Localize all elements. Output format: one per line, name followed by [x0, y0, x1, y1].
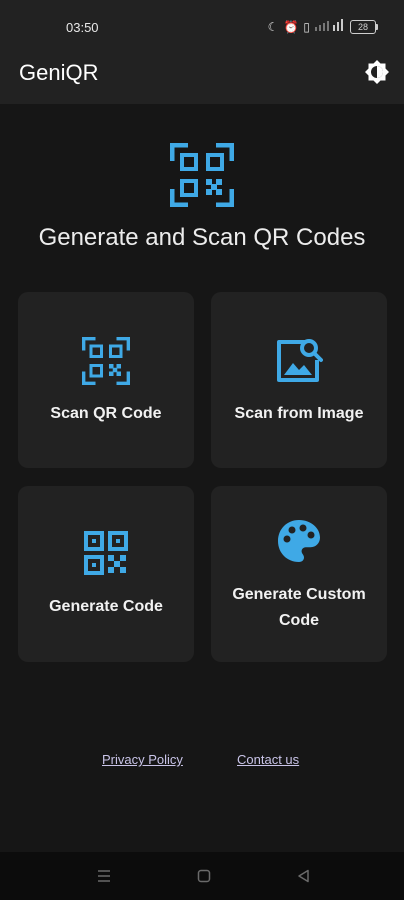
privacy-policy-link[interactable]: Privacy Policy: [102, 752, 183, 767]
card-label-line-1: Generate Custom: [232, 586, 366, 603]
hero-title: Generate and Scan QR Codes: [38, 224, 366, 251]
alarm-icon: ⏰: [283, 19, 299, 34]
app-bar: GeniQR: [0, 52, 404, 104]
moon-icon: ☾: [267, 19, 279, 34]
battery-icon: 28: [350, 19, 378, 34]
palette-icon: [278, 520, 320, 562]
back-button[interactable]: [292, 866, 316, 886]
brightness-icon: [365, 60, 389, 84]
home-square-icon: [197, 869, 211, 883]
scan-qr-code-card[interactable]: Scan QR Code: [18, 292, 194, 468]
menu-icon: [98, 870, 110, 882]
app-title: GeniQR: [19, 60, 99, 85]
card-label: Scan QR Code: [50, 405, 162, 422]
status-icons: ☾ ⏰ ▯ 28: [267, 19, 378, 34]
card-label-line-2: Code: [279, 612, 319, 629]
qr-scan-icon: [82, 337, 130, 385]
qr-code-icon: [84, 531, 128, 575]
status-bar: 03:50 ☾ ⏰ ▯ 28: [0, 0, 404, 52]
theme-toggle-button[interactable]: [364, 59, 390, 85]
back-triangle-icon: [298, 869, 309, 883]
image-search-icon: [277, 339, 323, 382]
footer-links: Privacy Policy Contact us: [0, 752, 404, 772]
status-time: 03:50: [66, 20, 99, 35]
system-nav-bar: [0, 852, 404, 900]
generate-code-card[interactable]: Generate Code: [18, 486, 194, 662]
menu-button[interactable]: [92, 866, 116, 886]
contact-us-link[interactable]: Contact us: [237, 752, 299, 767]
card-label: Scan from Image: [234, 405, 364, 422]
qr-scan-icon: [170, 143, 234, 207]
scan-from-image-card[interactable]: Scan from Image: [211, 292, 387, 468]
home-button[interactable]: [192, 866, 216, 886]
card-label: Generate Code: [49, 598, 163, 615]
generate-custom-code-card[interactable]: Generate Custom Code: [211, 486, 387, 662]
signal-icon: [315, 19, 345, 34]
vibrate-icon: ▯: [303, 19, 310, 34]
